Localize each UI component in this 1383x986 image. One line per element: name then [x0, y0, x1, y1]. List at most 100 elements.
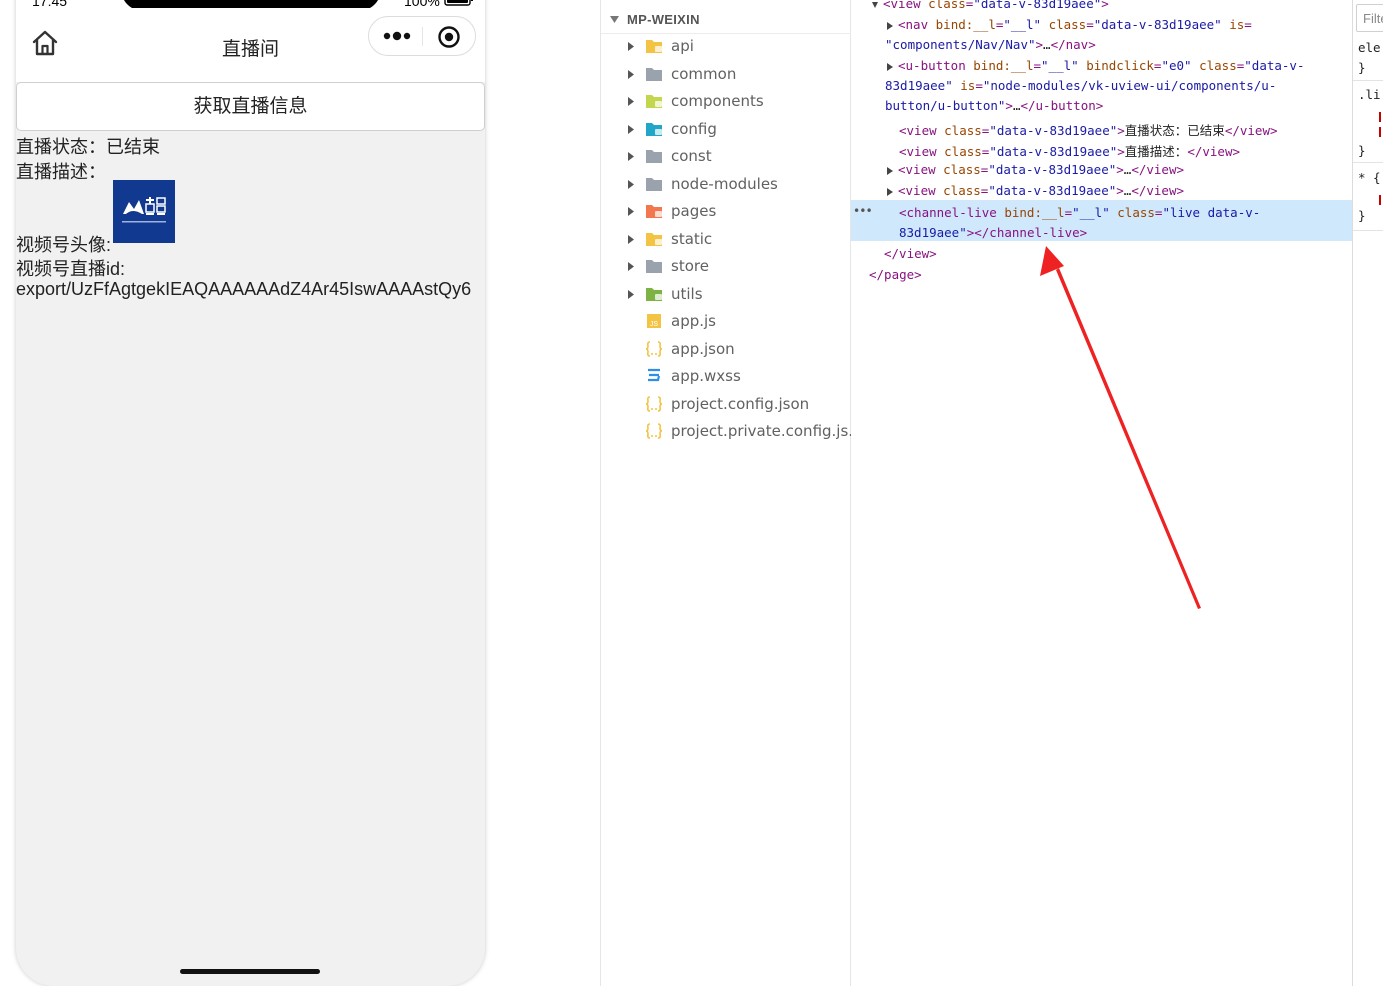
dom-node-line[interactable]: 83d19aee" is="node-modules/vk-uview-ui/c…: [885, 78, 1276, 93]
style-fragment: }: [1358, 60, 1366, 75]
home-indicator: [180, 969, 320, 974]
capsule-divider: [422, 27, 423, 46]
channel-avatar-label: 视频号头像:: [16, 235, 112, 255]
dom-node-line[interactable]: <nav bind:__l="__l" class="data-v-83d19a…: [898, 17, 1252, 32]
folder-static-icon: [646, 232, 662, 246]
style-property-marker: [1379, 112, 1381, 122]
folder-icon: [646, 177, 662, 191]
home-icon[interactable]: [30, 28, 60, 58]
folder-pages-icon: [646, 205, 662, 218]
file-tree-item[interactable]: config: [601, 116, 851, 143]
expand-right-icon[interactable]: [887, 63, 893, 71]
file-tree-label: app.js: [671, 312, 716, 330]
folder-components-icon: [646, 95, 662, 108]
js-file-icon: JS: [647, 314, 661, 328]
chevron-right-icon: [628, 234, 634, 244]
file-tree-item[interactable]: pages: [601, 198, 851, 225]
dom-node-line[interactable]: "components/Nav/Nav">…</nav>: [885, 37, 1096, 52]
styles-filter-placeholder: Filter: [1363, 11, 1383, 26]
style-fragment: ele: [1358, 40, 1381, 55]
dom-node-line[interactable]: <view class="data-v-83d19aee">…</view>: [898, 162, 1184, 177]
file-tree-label: components: [671, 92, 764, 110]
more-icon[interactable]: [381, 26, 413, 46]
more-options-icon[interactable]: •••: [853, 204, 873, 218]
elements-panel: ••• <view class="data-v-83d19aee"> <nav b…: [851, 0, 1352, 986]
folder-icon: [646, 260, 662, 273]
style-rule-divider: [1353, 230, 1383, 231]
chevron-right-icon: [628, 179, 634, 189]
file-tree-item[interactable]: app.json: [601, 336, 851, 363]
dom-node-line[interactable]: <view class="data-v-83d19aee">直播描述：</vie…: [899, 141, 1240, 160]
file-tree-item[interactable]: static: [601, 226, 851, 253]
explorer-root-label: MP-WEIXIN: [627, 12, 700, 27]
styles-pane: Filter ele } .li } * { }: [1352, 0, 1383, 986]
file-tree-item[interactable]: JS app.js: [601, 308, 851, 335]
file-tree-item[interactable]: node-modules: [601, 171, 851, 198]
fetch-live-info-button[interactable]: 获取直播信息: [16, 82, 485, 131]
file-tree-item[interactable]: app.wxss: [601, 363, 851, 390]
live-id-label: 视频号直播id:: [16, 259, 126, 279]
file-tree-item[interactable]: common: [601, 61, 851, 88]
file-tree-label: static: [671, 229, 713, 248]
dom-node-line[interactable]: <view class="data-v-83d19aee">直播状态：已结束</…: [899, 120, 1278, 139]
svg-text:JS: JS: [650, 321, 659, 328]
chevron-down-icon: [610, 16, 619, 23]
file-tree-label: app.wxss: [671, 367, 741, 385]
dom-node-line[interactable]: <view class="data-v-83d19aee">: [883, 0, 1109, 11]
file-tree-label: api: [671, 37, 694, 55]
file-tree-label: store: [671, 257, 709, 275]
json-file-icon: [645, 423, 663, 439]
expand-right-icon[interactable]: [887, 22, 893, 30]
file-tree-label: const: [671, 147, 712, 165]
file-tree-item[interactable]: api: [601, 33, 851, 60]
chevron-right-icon: [628, 124, 634, 134]
dom-node-line[interactable]: <channel-live bind:__l="__l" class="live…: [899, 205, 1260, 220]
style-rule-divider: [1353, 80, 1383, 81]
json-file-icon: [645, 340, 663, 357]
file-tree-item[interactable]: const: [601, 143, 851, 170]
folder-api-icon: [646, 40, 662, 53]
live-status-text: 直播状态：已结束: [16, 137, 160, 157]
live-description-text: 直播描述：: [16, 162, 106, 182]
dom-node-line[interactable]: <view class="data-v-83d19aee">…</view>: [898, 183, 1184, 198]
style-property-marker: [1379, 195, 1381, 205]
style-fragment: }: [1358, 143, 1366, 158]
dom-node-line[interactable]: 83d19aee"></channel-live>: [899, 225, 1087, 240]
explorer-root-folder[interactable]: MP-WEIXIN: [601, 6, 851, 34]
folder-icon: [646, 150, 662, 163]
dom-node-line[interactable]: <u-button bind:__l="__l" bindclick="e0" …: [898, 58, 1304, 73]
file-tree-item[interactable]: project.private.config.js...: [601, 418, 863, 445]
css-file-icon: [648, 368, 661, 382]
chevron-right-icon: [628, 289, 634, 299]
status-bar: 17:45 100%: [16, 0, 485, 11]
file-tree-label: common: [671, 64, 737, 83]
file-tree-item[interactable]: project.config.json: [601, 391, 851, 418]
style-fragment: }: [1358, 208, 1366, 223]
miniprogram-capsule: [368, 16, 476, 56]
folder-config-icon: [646, 122, 662, 136]
battery-icon: [444, 0, 473, 6]
file-tree-item[interactable]: components: [601, 88, 851, 115]
chevron-right-icon: [628, 207, 634, 216]
dom-node-line[interactable]: </page>: [869, 267, 922, 282]
expand-right-icon[interactable]: [887, 167, 893, 175]
style-rule-divider: [1353, 162, 1383, 163]
style-property-marker: [1379, 127, 1381, 137]
file-tree-label: utils: [671, 284, 703, 303]
file-tree-item[interactable]: utils: [601, 281, 851, 308]
file-tree-item[interactable]: store: [601, 253, 851, 280]
dom-node-line[interactable]: button/u-button">…</u-button>: [885, 98, 1103, 113]
file-tree-label: project.private.config.js...: [671, 422, 863, 440]
folder-utils-icon: [646, 287, 662, 301]
close-miniprogram-icon[interactable]: [437, 25, 461, 49]
live-id-value: export/UzFfAgtgekIEAQAAAAAAdZ4Ar45IswAAA…: [16, 279, 472, 299]
styles-filter-field[interactable]: Filter: [1356, 4, 1383, 32]
file-tree-label: pages: [671, 202, 717, 220]
chevron-right-icon: [628, 42, 634, 51]
chevron-right-icon: [628, 152, 634, 161]
expand-right-icon[interactable]: [887, 188, 893, 196]
expand-down-icon[interactable]: [872, 1, 878, 9]
file-explorer: MP-WEIXIN api common components config const…: [600, 0, 863, 986]
json-file-icon: [645, 395, 663, 412]
dom-node-line[interactable]: </view>: [884, 246, 937, 261]
